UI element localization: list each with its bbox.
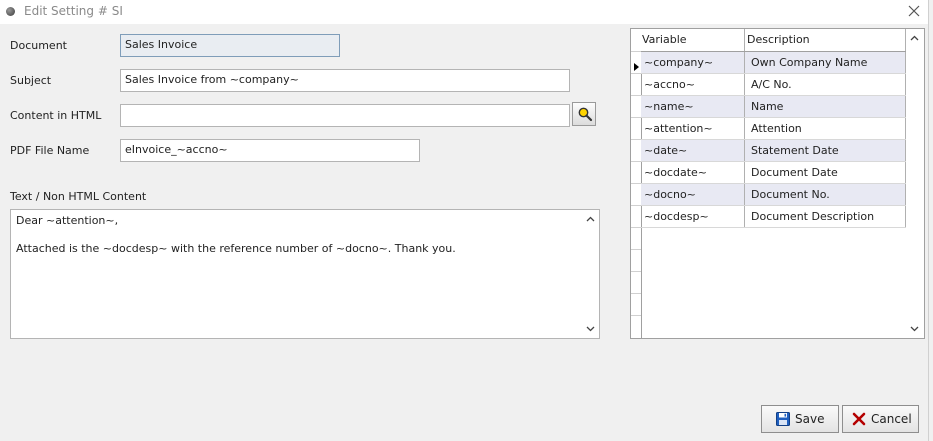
variable-cell: ~name~ (641, 96, 745, 117)
description-cell: Attention (745, 118, 906, 139)
grid-row[interactable]: ~name~ Name (641, 96, 906, 118)
variable-cell: ~company~ (641, 52, 745, 73)
title-bar: Edit Setting # SI (0, 0, 933, 24)
grid-header: Variable Description (641, 29, 906, 52)
grid-row[interactable]: ~attention~ Attention (641, 118, 906, 140)
grid-row[interactable]: ~company~ Own Company Name (641, 52, 906, 74)
column-header-variable[interactable]: Variable (641, 29, 745, 51)
lookup-button[interactable] (572, 102, 596, 126)
red-x-icon (852, 412, 866, 426)
variable-cell: ~attention~ (641, 118, 745, 139)
edit-setting-window: { "window": { "title": "Edit Setting # S… (0, 0, 933, 441)
grid-row[interactable]: ~date~ Statement Date (641, 140, 906, 162)
text-line (16, 228, 579, 242)
content-html-label: Content in HTML (10, 109, 102, 122)
text-scrollbar[interactable] (582, 210, 599, 338)
window-edge (928, 0, 933, 441)
floppy-disk-icon (776, 412, 790, 426)
description-cell: Document No. (745, 184, 906, 205)
close-icon[interactable] (906, 3, 922, 19)
subject-label: Subject (10, 74, 52, 87)
pdf-file-name-label: PDF File Name (10, 144, 90, 157)
variable-cell: ~docno~ (641, 184, 745, 205)
description-cell: Statement Date (745, 140, 906, 161)
variable-cell: ~docdate~ (641, 162, 745, 183)
text-content-area[interactable]: Dear ~attention~, Attached is the ~docde… (10, 209, 600, 339)
variables-grid[interactable]: Variable Description ~company~ Own Compa… (630, 28, 925, 339)
variable-cell: ~docdesp~ (641, 206, 745, 227)
variable-cell: ~accno~ (641, 74, 745, 95)
save-label: Save (795, 412, 825, 426)
description-cell: Document Date (745, 162, 906, 183)
column-header-description[interactable]: Description (745, 29, 906, 51)
variable-cell: ~date~ (641, 140, 745, 161)
document-field[interactable]: Sales Invoice (120, 34, 340, 57)
description-cell: Name (745, 96, 906, 117)
magnifier-icon (578, 107, 593, 122)
grid-row[interactable]: ~docdate~ Document Date (641, 162, 906, 184)
cancel-button[interactable]: Cancel (842, 405, 919, 433)
current-row-marker-icon (634, 63, 639, 71)
grid-row[interactable]: ~accno~ A/C No. (641, 74, 906, 96)
document-label: Document (10, 39, 67, 52)
cancel-label: Cancel (871, 412, 912, 426)
text-line: Dear ~attention~, (16, 214, 119, 227)
window-dot-icon (6, 7, 15, 16)
window-title: Edit Setting # SI (24, 4, 123, 18)
pdf-file-name-field[interactable]: eInvoice_~accno~ (120, 139, 420, 162)
grid-scrollbar[interactable] (906, 29, 924, 338)
scroll-down-icon[interactable] (910, 326, 919, 332)
grid-row[interactable]: ~docno~ Document No. (641, 184, 906, 206)
save-button[interactable]: Save (761, 405, 839, 433)
description-cell: A/C No. (745, 74, 906, 95)
description-cell: Document Description (745, 206, 906, 227)
scroll-down-icon[interactable] (586, 326, 595, 332)
content-html-field[interactable] (120, 104, 570, 127)
subject-field[interactable]: Sales Invoice from ~company~ (120, 69, 570, 92)
grid-row[interactable]: ~docdesp~ Document Description (641, 206, 906, 228)
text-line: Attached is the ~docdesp~ with the refer… (16, 242, 456, 255)
scroll-up-icon[interactable] (586, 216, 595, 222)
scroll-up-icon[interactable] (910, 35, 919, 41)
description-cell: Own Company Name (745, 52, 906, 73)
text-content-label: Text / Non HTML Content (10, 190, 147, 203)
